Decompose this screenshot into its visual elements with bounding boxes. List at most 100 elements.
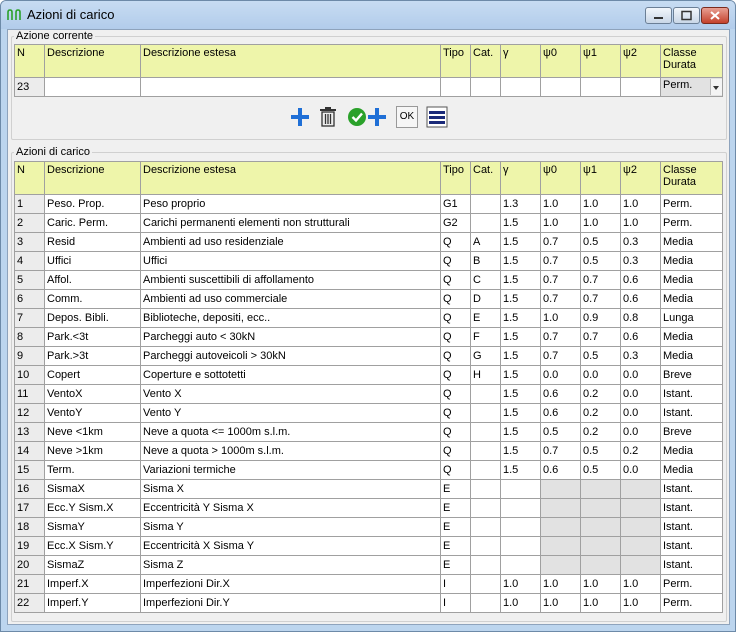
cell-classe[interactable]: Breve xyxy=(660,422,723,442)
cell-gamma[interactable] xyxy=(500,555,541,575)
current-descrizione-input[interactable] xyxy=(44,77,141,97)
cell-psi2[interactable] xyxy=(620,517,661,537)
cell-classe[interactable]: Media xyxy=(660,346,723,366)
cell-psi2[interactable]: 0.0 xyxy=(620,460,661,480)
cell-descrizione[interactable]: Imperf.Y xyxy=(44,593,141,613)
cell-cat[interactable] xyxy=(470,479,501,499)
cell-cat[interactable] xyxy=(470,536,501,556)
cell-descrizione[interactable]: Caric. Perm. xyxy=(44,213,141,233)
cell-classe[interactable]: Lunga xyxy=(660,308,723,328)
current-estesa-input[interactable] xyxy=(140,77,441,97)
cell-psi0[interactable] xyxy=(540,536,581,556)
cell-estesa[interactable]: Neve a quota <= 1000m s.l.m. xyxy=(140,422,441,442)
cell-gamma[interactable]: 1.5 xyxy=(500,441,541,461)
cell-n[interactable]: 12 xyxy=(14,403,45,423)
cell-gamma[interactable]: 1.5 xyxy=(500,327,541,347)
table-row[interactable]: 3 Resid Ambienti ad uso residenziale Q A 1.5 0… xyxy=(14,232,723,252)
table-row[interactable]: 4 Uffici Uffici Q B 1.5 0.7 0.5 0.3 Media xyxy=(14,251,723,271)
cell-psi2[interactable]: 1.0 xyxy=(620,593,661,613)
cell-estesa[interactable]: Ambienti suscettibili di affollamento xyxy=(140,270,441,290)
cell-estesa[interactable]: Ambienti ad uso commerciale xyxy=(140,289,441,309)
cell-psi1[interactable]: 0.5 xyxy=(580,441,621,461)
cell-gamma[interactable]: 1.3 xyxy=(500,194,541,214)
cell-classe[interactable]: Perm. xyxy=(660,194,723,214)
cell-cat[interactable]: B xyxy=(470,251,501,271)
cell-tipo[interactable]: Q xyxy=(440,346,471,366)
minimize-button[interactable] xyxy=(645,7,672,24)
cell-n[interactable]: 19 xyxy=(14,536,45,556)
cell-psi0[interactable]: 0.7 xyxy=(540,327,581,347)
table-row[interactable]: 13 Neve <1km Neve a quota <= 1000m s.l.m. Q… xyxy=(14,422,723,442)
title-bar[interactable]: Azioni di carico xyxy=(1,1,735,29)
cell-descrizione[interactable]: VentoX xyxy=(44,384,141,404)
cell-estesa[interactable]: Parcheggi auto < 30kN xyxy=(140,327,441,347)
cell-psi1[interactable]: 0.7 xyxy=(580,270,621,290)
cell-psi2[interactable]: 0.2 xyxy=(620,441,661,461)
cell-psi0[interactable]: 0.0 xyxy=(540,365,581,385)
table-row[interactable]: 8 Park.<3t Parcheggi auto < 30kN Q F 1.5 0.7 0.… xyxy=(14,327,723,347)
cell-cat[interactable] xyxy=(470,422,501,442)
cell-descrizione[interactable]: SismaZ xyxy=(44,555,141,575)
table-row[interactable]: 18 SismaY Sisma Y E Istant. xyxy=(14,517,723,537)
cell-descrizione[interactable]: Park.<3t xyxy=(44,327,141,347)
cell-n[interactable]: 3 xyxy=(14,232,45,252)
cell-descrizione[interactable]: Term. xyxy=(44,460,141,480)
cell-cat[interactable]: F xyxy=(470,327,501,347)
cell-tipo[interactable]: G2 xyxy=(440,213,471,233)
cell-descrizione[interactable]: Copert xyxy=(44,365,141,385)
current-psi1-input[interactable] xyxy=(580,77,621,97)
cell-n[interactable]: 20 xyxy=(14,555,45,575)
cell-cat[interactable] xyxy=(470,593,501,613)
list-view-button[interactable] xyxy=(426,106,448,128)
table-row[interactable]: 6 Comm. Ambienti ad uso commerciale Q D 1.5 0.… xyxy=(14,289,723,309)
cell-psi2[interactable] xyxy=(620,555,661,575)
cell-classe[interactable]: Breve xyxy=(660,365,723,385)
cell-descrizione[interactable]: VentoY xyxy=(44,403,141,423)
cell-tipo[interactable]: Q xyxy=(440,384,471,404)
cell-estesa[interactable]: Vento X xyxy=(140,384,441,404)
cell-psi0[interactable]: 0.7 xyxy=(540,346,581,366)
delete-button[interactable] xyxy=(317,106,339,128)
cell-descrizione[interactable]: Resid xyxy=(44,232,141,252)
cell-estesa[interactable]: Biblioteche, depositi, ecc.. xyxy=(140,308,441,328)
cell-psi0[interactable]: 1.0 xyxy=(540,213,581,233)
table-row[interactable]: 17 Ecc.Y Sism.X Eccentricità Y Sisma X E Ist… xyxy=(14,498,723,518)
cell-psi1[interactable]: 0.7 xyxy=(580,327,621,347)
cell-psi1[interactable]: 1.0 xyxy=(580,593,621,613)
cell-cat[interactable]: H xyxy=(470,365,501,385)
cell-psi1[interactable]: 0.9 xyxy=(580,308,621,328)
cell-estesa[interactable]: Carichi permanenti elementi non struttur… xyxy=(140,213,441,233)
cell-cat[interactable] xyxy=(470,194,501,214)
cell-psi0[interactable]: 0.6 xyxy=(540,460,581,480)
cell-estesa[interactable]: Vento Y xyxy=(140,403,441,423)
cell-estesa[interactable]: Imperfezioni Dir.Y xyxy=(140,593,441,613)
table-row[interactable]: 21 Imperf.X Imperfezioni Dir.X I 1.0 1.0 1.0 1.… xyxy=(14,574,723,594)
cell-n[interactable]: 2 xyxy=(14,213,45,233)
cell-classe[interactable]: Istant. xyxy=(660,555,723,575)
cell-psi1[interactable]: 1.0 xyxy=(580,194,621,214)
current-tipo-input[interactable] xyxy=(440,77,471,97)
cell-n[interactable]: 1 xyxy=(14,194,45,214)
cell-cat[interactable] xyxy=(470,441,501,461)
cell-psi0[interactable]: 1.0 xyxy=(540,194,581,214)
cell-psi1[interactable]: 0.0 xyxy=(580,365,621,385)
cell-estesa[interactable]: Uffici xyxy=(140,251,441,271)
cell-classe[interactable]: Istant. xyxy=(660,517,723,537)
cell-n[interactable]: 21 xyxy=(14,574,45,594)
cell-n[interactable]: 4 xyxy=(14,251,45,271)
confirm-add-button[interactable] xyxy=(347,106,389,128)
cell-psi0[interactable] xyxy=(540,498,581,518)
cell-cat[interactable] xyxy=(470,555,501,575)
cell-psi0[interactable]: 1.0 xyxy=(540,593,581,613)
cell-estesa[interactable]: Variazioni termiche xyxy=(140,460,441,480)
cell-tipo[interactable]: I xyxy=(440,574,471,594)
cell-classe[interactable]: Perm. xyxy=(660,574,723,594)
cell-psi2[interactable]: 1.0 xyxy=(620,213,661,233)
cell-cat[interactable] xyxy=(470,460,501,480)
cell-psi1[interactable]: 1.0 xyxy=(580,574,621,594)
cell-psi0[interactable] xyxy=(540,555,581,575)
cell-classe[interactable]: Media xyxy=(660,289,723,309)
cell-descrizione[interactable]: Park.>3t xyxy=(44,346,141,366)
cell-estesa[interactable]: Sisma Y xyxy=(140,517,441,537)
cell-n[interactable]: 14 xyxy=(14,441,45,461)
